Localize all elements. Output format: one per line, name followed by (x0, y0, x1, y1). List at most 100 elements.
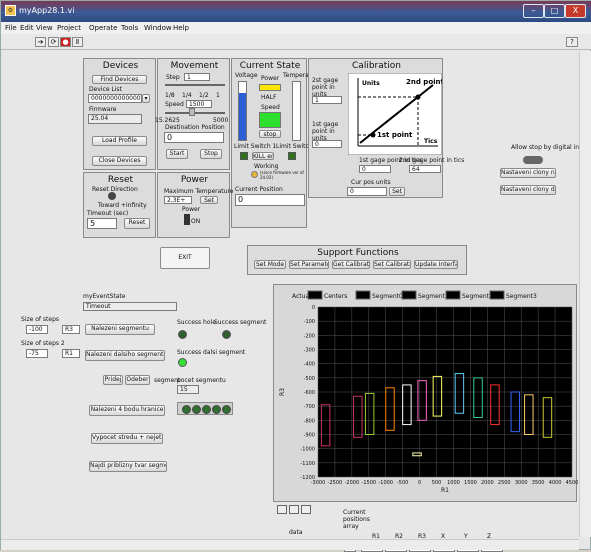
menu-edit[interactable]: Edit (20, 24, 34, 32)
nastaveni-nahoru-button[interactable]: Nastaveni clony nahoru (500, 168, 556, 178)
first-point-label: 1st point (377, 131, 413, 139)
speed-slider-track[interactable] (165, 112, 225, 114)
max-temp-input[interactable]: 2,3E+ (164, 196, 192, 204)
close-devices-button[interactable]: Close Devices (92, 156, 147, 166)
gage-1-units-label: 1st gage point in units (312, 121, 339, 142)
cursor-icon[interactable] (301, 505, 311, 514)
step-label: Step (166, 74, 180, 81)
legend-entry: Centers (324, 293, 347, 300)
run-arrow-icon[interactable]: ➔ (35, 37, 46, 47)
speed-indicator (259, 112, 281, 128)
destination-input[interactable]: 0 (164, 132, 224, 143)
gage-2-units-label: 2st gage point in units (312, 77, 339, 98)
step-slider-track[interactable] (165, 84, 225, 86)
y-tick-label: -400 (304, 362, 315, 368)
nalezeni-dalsiho-segmentu-button[interactable]: Nalezeni dalsiho segmentu (85, 350, 165, 361)
tics-axis-label: Tics (424, 138, 438, 145)
abort-icon[interactable]: ● (60, 37, 71, 47)
pause-icon[interactable]: Ⅱ (72, 37, 83, 47)
load-profile-button[interactable]: Load Profile (92, 136, 147, 146)
vertical-scrollbar[interactable] (579, 51, 591, 537)
size-of-steps-label: Size of steps (21, 316, 60, 323)
power-toggle-switch[interactable] (184, 214, 190, 225)
pridej-button[interactable]: Pridej (103, 375, 123, 385)
gage-1-tics-input[interactable]: 0 (359, 165, 391, 173)
size-of-steps-input[interactable]: -100 (26, 325, 48, 334)
y-tick-label: -100 (304, 319, 315, 325)
limit-switch-1-label: Limit Switch 1 (234, 143, 277, 150)
devices-panel: Devices Find Devices Device List 0000000… (83, 58, 156, 170)
y-axis-label: R3 (279, 388, 286, 396)
frac-1-4: 1/4 (182, 92, 192, 99)
menu-help[interactable]: Help (173, 24, 189, 32)
kill-error-button[interactable]: KILL error (252, 152, 274, 160)
timeout-input[interactable]: 5 (87, 218, 117, 229)
allow-stop-label: Allow stop by digital input (511, 144, 590, 151)
stop-state-button[interactable]: stop (259, 130, 281, 138)
axis-select-1[interactable]: R3 (62, 325, 80, 334)
x-tick-label: -1000 (378, 480, 393, 486)
gage-1-units-input[interactable]: 0 (312, 140, 342, 148)
x-tick-label: -500 (397, 480, 408, 486)
legend-swatch (445, 290, 461, 300)
frac-1-8: 1/8 (165, 92, 175, 99)
half-label: HALF (261, 94, 277, 101)
nalezeni-segmentu-button[interactable]: Nalezeni segmentu (85, 324, 155, 335)
device-list-label: Device List (89, 86, 122, 93)
speed-input[interactable]: 1500 (186, 100, 212, 108)
dropdown-arrow-icon[interactable]: ▾ (142, 94, 150, 103)
data-label: data (289, 529, 303, 536)
horizontal-scrollbar[interactable] (1, 539, 579, 550)
temperature-bar (292, 81, 301, 141)
current-state-panel: Current State Voltage Power HALF Tempera… (231, 58, 321, 228)
y-tick-label: -1000 (300, 447, 315, 453)
run-continuous-icon[interactable]: ⟳ (48, 37, 59, 47)
pan-icon[interactable] (289, 505, 299, 514)
device-list-select[interactable]: 000000000000007615 (88, 94, 142, 103)
menu-operate[interactable]: Operate (89, 24, 117, 32)
x-tick-label: 3500 (532, 480, 545, 486)
menu-project[interactable]: Project (57, 24, 81, 32)
stop-button[interactable]: Stop (200, 149, 222, 159)
x-tick-label: -2000 (345, 480, 360, 486)
close-button[interactable]: X (565, 4, 586, 18)
menu-view[interactable]: View (36, 24, 53, 32)
odeber-button[interactable]: Odeber (125, 375, 150, 385)
menu-window[interactable]: Window (144, 24, 172, 32)
reset-button[interactable]: Reset (124, 218, 150, 229)
step-input[interactable]: 1 (184, 73, 210, 81)
menu-tools[interactable]: Tools (121, 24, 138, 32)
menu-file[interactable]: File (5, 24, 17, 32)
zoom-icon[interactable] (277, 505, 287, 514)
gage-2-tics-input[interactable]: 64 (409, 165, 441, 173)
x-tick-label: 1500 (464, 480, 477, 486)
nastaveni-dolu-button[interactable]: Nastaveni clony dolů (500, 185, 556, 195)
get-calibration-button[interactable]: Get Calibration (332, 260, 370, 269)
allow-stop-toggle[interactable] (523, 156, 543, 164)
find-devices-button[interactable]: Find Devices (92, 75, 147, 84)
maximize-button[interactable]: □ (544, 4, 565, 18)
power-set-button[interactable]: Set (200, 196, 218, 204)
cur-pos-units-input[interactable]: 0 (347, 187, 387, 196)
help-icon[interactable]: ? (566, 37, 578, 47)
najdi-tvar-button[interactable]: Najdi priblizny tvar segmentu (89, 461, 167, 472)
vypocet-stredu-button[interactable]: Vypocet stredu + nejeti (91, 433, 163, 444)
set-parameters-button[interactable]: Set Parameters (289, 260, 329, 269)
exit-button[interactable]: EXIT (160, 247, 210, 269)
nalezeni-4-bodu-button[interactable]: Nalezeni 4 bodu hranice (89, 405, 165, 416)
size-of-steps-2-input[interactable]: -75 (26, 349, 48, 358)
set-calibration-button[interactable]: Set Calibration (373, 260, 411, 269)
update-interface-button[interactable]: Update Interface (414, 260, 458, 269)
x-tick-label: -3000 (311, 480, 326, 486)
set-mode-button[interactable]: Set Mode (254, 260, 286, 269)
minimize-button[interactable]: – (523, 4, 544, 18)
start-button[interactable]: Start (166, 149, 188, 159)
calibration-set-button[interactable]: Set (389, 187, 405, 196)
direction-switch[interactable] (108, 192, 116, 200)
speed-slider-thumb[interactable] (189, 108, 195, 116)
xy-graph-svg: Actual Centers Segment0 Segment1 Segment2 Seg… (279, 290, 578, 494)
reset-title: Reset (107, 175, 134, 185)
axis-select-2[interactable]: R1 (62, 349, 80, 358)
x-tick-label: 3000 (515, 480, 528, 486)
gage-2-units-input[interactable]: 1 (312, 96, 342, 104)
